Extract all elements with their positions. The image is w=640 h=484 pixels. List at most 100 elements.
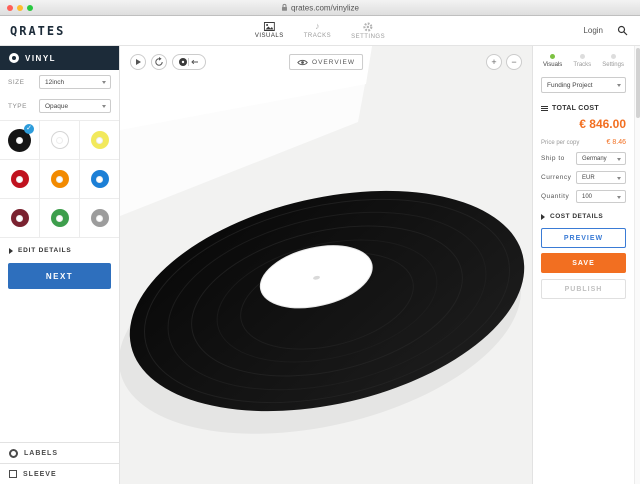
- color-swatch-red[interactable]: [0, 160, 39, 198]
- step-tracks-label: Tracks: [573, 62, 591, 68]
- edit-details-label: EDIT DETAILS: [18, 247, 72, 254]
- header-right: Login: [583, 25, 628, 36]
- flip-side-control[interactable]: [172, 54, 206, 70]
- step-dot-tracks: [580, 54, 585, 59]
- color-swatch-maroon[interactable]: [0, 199, 39, 237]
- eye-icon: [297, 59, 308, 66]
- fullscreen-window-button[interactable]: [27, 5, 33, 11]
- lock-icon: [281, 4, 288, 12]
- window-controls: [7, 5, 33, 11]
- total-cost-header: TOTAL COST: [541, 105, 626, 112]
- nav-visuals-label: VISUALS: [255, 33, 284, 39]
- quantity-row: Quantity 100: [541, 190, 626, 203]
- search-icon[interactable]: [617, 25, 628, 36]
- step-indicator: Visuals Tracks Settings: [541, 54, 626, 68]
- nav-settings[interactable]: SETTINGS: [351, 22, 385, 40]
- price-per-copy-value: € 8.46: [607, 139, 626, 146]
- save-button[interactable]: SAVE: [541, 253, 626, 273]
- triangle-right-icon: [541, 214, 545, 220]
- main-nav: VISUALS ♪ TRACKS SETTINGS: [255, 22, 385, 40]
- color-swatch-black[interactable]: [0, 121, 39, 159]
- app-header: QRATES VISUALS ♪ TRACKS SETTINGS Login: [0, 16, 640, 46]
- ship-to-select[interactable]: Germany: [576, 152, 626, 165]
- step-tracks[interactable]: Tracks: [573, 54, 591, 68]
- cost-details-toggle[interactable]: COST DETAILS: [541, 213, 626, 220]
- vinyl-section-header[interactable]: VINYL: [0, 46, 119, 70]
- qrates-vinylize-page: qrates.com/vinylize QRATES VISUALS ♪ TRA…: [0, 0, 640, 484]
- quantity-select[interactable]: 100: [576, 190, 626, 203]
- edit-details-toggle[interactable]: EDIT DETAILS: [0, 238, 119, 260]
- url-text: qrates.com/vinylize: [291, 3, 359, 12]
- canvas-toolbar: [130, 54, 206, 70]
- main-area: VINYL SIZE 12inch TYPE Opaque: [0, 46, 640, 484]
- zoom-in-button[interactable]: +: [486, 54, 502, 70]
- nav-settings-label: SETTINGS: [351, 34, 385, 40]
- step-dot-settings: [611, 54, 616, 59]
- gray-vinyl-icon: [91, 209, 109, 227]
- overview-label: OVERVIEW: [312, 59, 355, 66]
- color-swatch-gray[interactable]: [80, 199, 119, 237]
- login-link[interactable]: Login: [583, 26, 603, 35]
- size-select[interactable]: 12inch: [39, 75, 111, 89]
- type-select[interactable]: Opaque: [39, 99, 111, 113]
- currency-select[interactable]: EUR: [576, 171, 626, 184]
- selected-check-icon: [24, 124, 34, 134]
- gear-icon: [363, 22, 373, 32]
- next-button[interactable]: NEXT: [8, 263, 111, 289]
- ship-to-label: Ship to: [541, 155, 565, 162]
- play-animation-button[interactable]: [130, 54, 146, 70]
- price-per-copy-row: Price per copy € 8.46: [541, 139, 626, 146]
- minimize-window-button[interactable]: [17, 5, 23, 11]
- rotate-icon: [154, 57, 164, 67]
- labels-section-toggle[interactable]: LABELS: [0, 442, 119, 463]
- project-type-select[interactable]: Funding Project: [541, 77, 626, 93]
- white-vinyl-icon: [51, 131, 69, 149]
- triangle-right-icon: [9, 248, 13, 254]
- size-row: SIZE 12inch: [0, 70, 119, 94]
- nav-tracks-label: TRACKS: [304, 33, 331, 39]
- green-vinyl-icon: [51, 209, 69, 227]
- rotate-view-button[interactable]: [151, 54, 167, 70]
- vinyl-color-grid: [0, 120, 119, 238]
- address-bar[interactable]: qrates.com/vinylize: [281, 3, 359, 12]
- overview-button[interactable]: OVERVIEW: [289, 54, 363, 70]
- labels-section-title: LABELS: [24, 450, 58, 457]
- close-window-button[interactable]: [7, 5, 13, 11]
- publish-button[interactable]: PUBLISH: [541, 279, 626, 299]
- color-swatch-green[interactable]: [40, 199, 79, 237]
- vinyl-preview-canvas[interactable]: OVERVIEW + −: [120, 46, 532, 484]
- vinyl-3d-render: [120, 46, 532, 484]
- browser-chrome: qrates.com/vinylize: [0, 0, 640, 16]
- visuals-icon: [264, 22, 275, 31]
- scrollbar-thumb[interactable]: [636, 48, 640, 118]
- step-visuals[interactable]: Visuals: [543, 54, 562, 68]
- qrates-logo[interactable]: QRATES: [10, 24, 65, 38]
- currency-row: Currency EUR: [541, 171, 626, 184]
- color-swatch-white[interactable]: [40, 121, 79, 159]
- music-note-icon: ♪: [315, 22, 320, 31]
- step-settings-label: Settings: [602, 62, 624, 68]
- nav-visuals[interactable]: VISUALS: [255, 22, 284, 40]
- zoom-out-button[interactable]: −: [506, 54, 522, 70]
- color-swatch-blue[interactable]: [80, 160, 119, 198]
- preview-button[interactable]: PREVIEW: [541, 228, 626, 248]
- page-scrollbar[interactable]: [634, 46, 640, 484]
- step-dot-visuals: [550, 54, 555, 59]
- sleeve-section-title: SLEEVE: [23, 471, 57, 478]
- label-disc-icon: [9, 449, 18, 458]
- play-icon: [136, 59, 141, 65]
- yellow-vinyl-icon: [91, 131, 109, 149]
- cost-panel: Visuals Tracks Settings Funding Project …: [532, 46, 634, 484]
- step-settings[interactable]: Settings: [602, 54, 624, 68]
- color-swatch-yellow[interactable]: [80, 121, 119, 159]
- color-swatch-orange[interactable]: [40, 160, 79, 198]
- currency-label: Currency: [541, 174, 571, 181]
- nav-tracks[interactable]: ♪ TRACKS: [304, 22, 331, 40]
- vinyl-config-sidebar: VINYL SIZE 12inch TYPE Opaque: [0, 46, 120, 484]
- blue-vinyl-icon: [91, 170, 109, 188]
- sleeve-section-toggle[interactable]: SLEEVE: [0, 463, 119, 484]
- cost-details-label: COST DETAILS: [550, 213, 603, 220]
- type-row: TYPE Opaque: [0, 94, 119, 118]
- sleeve-square-icon: [9, 470, 17, 478]
- vinyl-section-title: VINYL: [25, 54, 56, 63]
